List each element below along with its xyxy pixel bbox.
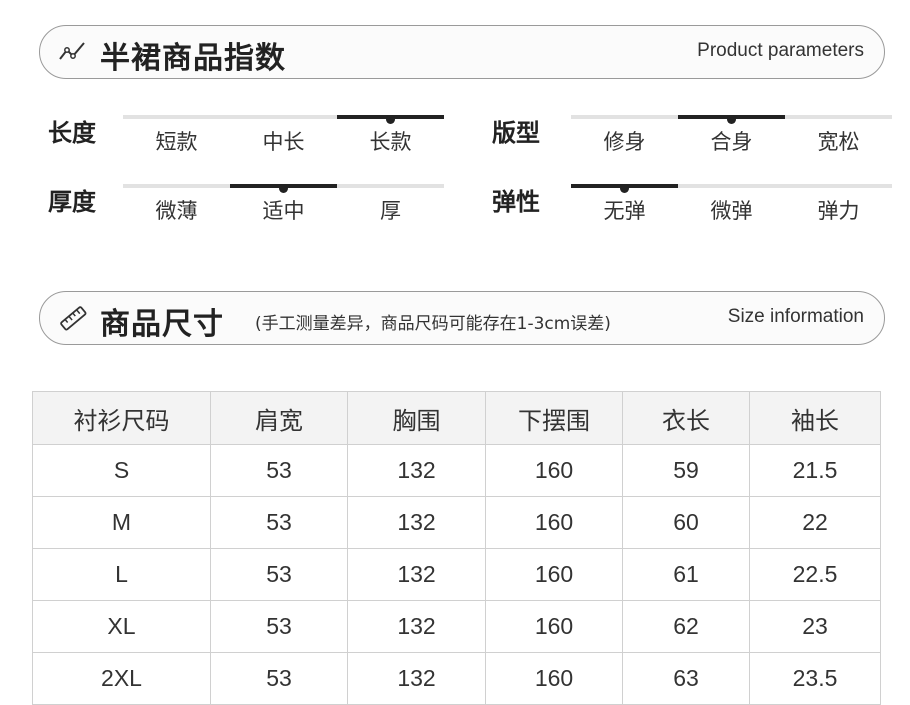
param-option-fit-2: 宽松 xyxy=(817,130,860,154)
ruler-icon xyxy=(60,306,87,331)
param-option-length-2: 长款 xyxy=(369,130,412,154)
cell-shoulder: 53 xyxy=(210,444,348,497)
table-row: XL 53 132 160 62 23 xyxy=(32,600,881,653)
selected-dot-icon xyxy=(386,115,395,124)
param-option-length-1: 中长 xyxy=(262,130,305,154)
cell-sleeve: 23 xyxy=(749,600,881,653)
param-label-fit: 版型 xyxy=(492,119,540,147)
selected-dot-icon xyxy=(727,115,736,124)
cell-size: M xyxy=(32,496,211,549)
cell-size: L xyxy=(32,548,211,601)
cell-shoulder: 53 xyxy=(210,600,348,653)
table-row: M 53 132 160 60 22 xyxy=(32,496,881,549)
size-section-note: (手工测量差异，商品尺码可能存在1-3cm误差) xyxy=(255,314,611,334)
header-size: 衬衫尺码 xyxy=(32,391,211,445)
params-section-banner: 半裙商品指数 Product parameters xyxy=(39,25,885,79)
cell-hem: 160 xyxy=(485,444,623,497)
cell-chest: 132 xyxy=(347,548,486,601)
cell-length: 62 xyxy=(622,600,750,653)
cell-sleeve: 22.5 xyxy=(749,548,881,601)
size-section-title: 商品尺寸 xyxy=(100,307,224,342)
cell-sleeve: 21.5 xyxy=(749,444,881,497)
selected-dot-icon xyxy=(620,184,629,193)
cell-chest: 132 xyxy=(347,444,486,497)
cell-chest: 132 xyxy=(347,600,486,653)
table-row: L 53 132 160 61 22.5 xyxy=(32,548,881,601)
param-label-length: 长度 xyxy=(48,119,96,147)
cell-sleeve: 22 xyxy=(749,496,881,549)
param-selected-marker-fit xyxy=(678,115,785,124)
header-hem: 下摆围 xyxy=(485,391,623,445)
cell-size: XL xyxy=(32,600,211,653)
header-shoulder: 肩宽 xyxy=(210,391,348,445)
param-option-elasticity-2: 弹力 xyxy=(817,199,860,223)
param-option-elasticity-0: 无弹 xyxy=(603,199,646,223)
size-table: 衬衫尺码 肩宽 胸围 下摆围 衣长 袖长 S 53 132 160 59 21.5 M 53 1… xyxy=(32,391,881,705)
param-label-elasticity: 弹性 xyxy=(492,188,540,216)
params-section-english-title: Product parameters xyxy=(697,40,864,61)
param-selected-marker-length xyxy=(337,115,444,124)
cell-size: S xyxy=(32,444,211,497)
param-option-thickness-2: 厚 xyxy=(380,199,401,223)
param-option-fit-0: 修身 xyxy=(603,130,646,154)
size-section-english-title: Size information xyxy=(727,306,864,327)
cell-length: 60 xyxy=(622,496,750,549)
param-option-thickness-1: 适中 xyxy=(262,199,305,223)
params-section-title: 半裙商品指数 xyxy=(100,41,286,76)
param-selected-marker-elasticity xyxy=(571,184,678,193)
param-option-thickness-0: 微薄 xyxy=(155,199,198,223)
param-option-fit-1: 合身 xyxy=(710,130,753,154)
cell-sleeve: 23.5 xyxy=(749,652,881,705)
cell-hem: 160 xyxy=(485,496,623,549)
cell-size: 2XL xyxy=(32,652,211,705)
cell-hem: 160 xyxy=(485,600,623,653)
cell-length: 63 xyxy=(622,652,750,705)
header-sleeve: 袖长 xyxy=(749,391,881,445)
cell-shoulder: 53 xyxy=(210,652,348,705)
header-chest: 胸围 xyxy=(347,391,486,445)
table-row: S 53 132 160 59 21.5 xyxy=(32,444,881,497)
size-section-banner: 商品尺寸 (手工测量差异，商品尺码可能存在1-3cm误差) Size infor… xyxy=(39,291,885,345)
size-table-header-row: 衬衫尺码 肩宽 胸围 下摆围 衣长 袖长 xyxy=(32,391,881,445)
cell-chest: 132 xyxy=(347,652,486,705)
header-length: 衣长 xyxy=(622,391,750,445)
trend-line-icon xyxy=(59,42,85,60)
cell-length: 59 xyxy=(622,444,750,497)
param-option-length-0: 短款 xyxy=(155,130,198,154)
cell-shoulder: 53 xyxy=(210,548,348,601)
selected-dot-icon xyxy=(279,184,288,193)
cell-hem: 160 xyxy=(485,548,623,601)
cell-chest: 132 xyxy=(347,496,486,549)
param-option-elasticity-1: 微弹 xyxy=(710,199,753,223)
cell-shoulder: 53 xyxy=(210,496,348,549)
table-row: 2XL 53 132 160 63 23.5 xyxy=(32,652,881,705)
param-label-thickness: 厚度 xyxy=(48,188,96,216)
param-selected-marker-thickness xyxy=(230,184,337,193)
cell-hem: 160 xyxy=(485,652,623,705)
cell-length: 61 xyxy=(622,548,750,601)
